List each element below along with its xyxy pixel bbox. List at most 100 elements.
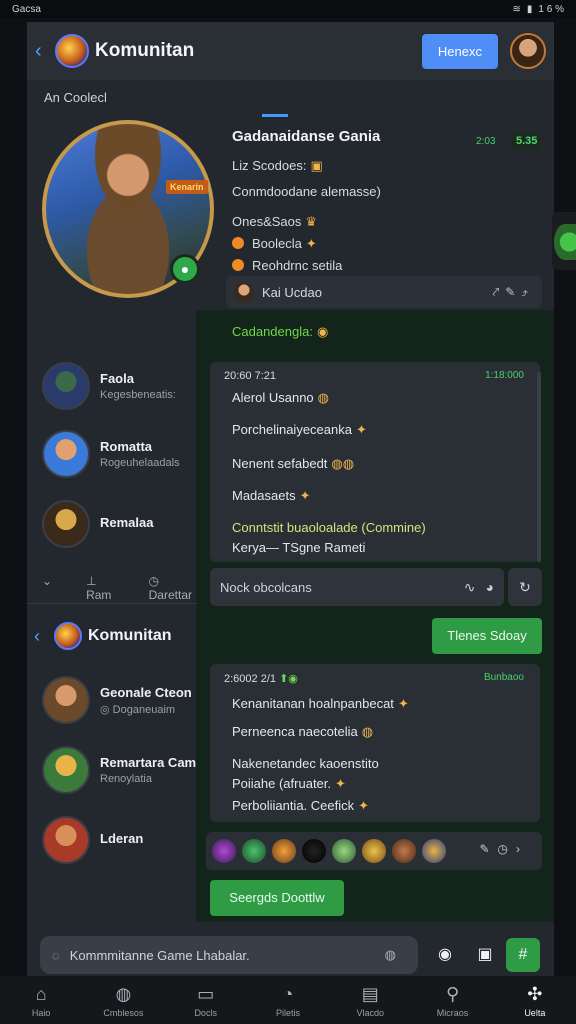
community-logo	[55, 34, 89, 68]
community-logo	[54, 622, 82, 650]
back-chevron-icon[interactable]: ‹	[34, 626, 50, 647]
game-count-badge: 5.35	[512, 132, 542, 150]
map-icon: ▤	[361, 984, 379, 1004]
member-name: Remartara Cam	[100, 755, 197, 770]
member-sub: Kegesbeneatis:	[100, 389, 176, 401]
reaction-actions[interactable]: ✎◷›	[479, 842, 528, 856]
online-badge-icon: ●	[170, 254, 200, 284]
gamepad-icon[interactable]: ◕	[486, 579, 494, 595]
reaction-avatar[interactable]	[392, 839, 416, 863]
bubble-line: Kenanitanan hoalnpanbecat ✦	[232, 696, 409, 711]
section-label: An Coolecl	[44, 90, 107, 105]
info-line-1: Liz Scodoes: ▣	[232, 158, 323, 173]
nav-home[interactable]: ⌂ Haio	[0, 976, 82, 1024]
nav-map[interactable]: ▤ Vlacdo	[329, 976, 411, 1024]
bubble-line: Perboliiantia. Ceefick ✦	[232, 798, 370, 813]
member-name: Geonale Cteon	[100, 684, 192, 700]
shield-icon: ◍	[115, 984, 132, 1004]
nav-explore[interactable]: ◔ Piletis	[247, 976, 329, 1024]
search-icon: ◌	[52, 947, 60, 963]
list-control-ram[interactable]: ⊥ Ram	[86, 574, 115, 602]
camera-icon: ▣	[477, 946, 493, 963]
reaction-avatar[interactable]	[362, 839, 386, 863]
collapse-chevron-icon[interactable]: ⌄	[42, 574, 52, 602]
voice-button[interactable]: ◉	[428, 938, 462, 972]
home-icon: ⌂	[35, 984, 47, 1004]
bubble-line: Alerol Usanno ◍	[232, 390, 329, 405]
bubble-line: Kerya— TSgne Rameti	[232, 540, 366, 555]
bubble-line: Porchelinaiyeceanka ✦	[232, 422, 367, 437]
orange-dot-icon	[232, 259, 244, 271]
composer-input[interactable]: ◌ Kommmitanne Game Lhabalar. ◍	[40, 936, 418, 974]
reaction-avatar[interactable]	[242, 839, 266, 863]
reaction-avatar[interactable]	[212, 839, 236, 863]
member-avatar	[42, 746, 90, 794]
edit-icon: ✎	[505, 284, 522, 299]
host-actions[interactable]: ⤤✎⤴	[492, 285, 534, 300]
reaction-avatar[interactable]	[272, 839, 296, 863]
sub-header: ‹ Komunitan	[34, 622, 172, 650]
info-line-3: Ones&Saos ♛	[232, 214, 318, 229]
emoji-icon[interactable]: ◍	[385, 947, 396, 963]
clock-icon: ◷	[497, 842, 516, 856]
member-item[interactable]: Faola Kegesbeneatis:	[42, 362, 176, 410]
member-sub: Renoylatia	[100, 773, 152, 785]
hashtag-button[interactable]: #	[506, 938, 540, 972]
camera-button[interactable]: ▣	[468, 938, 502, 972]
game-tag: Kenarin	[166, 180, 208, 194]
divider	[27, 603, 197, 604]
more-icon: ›	[516, 842, 528, 856]
info-line-4: Boolecla ✦	[232, 236, 317, 252]
header-action-button[interactable]: Henexc	[421, 33, 498, 69]
member-avatar	[42, 676, 90, 724]
list-control-date[interactable]: ◷ Darettar	[149, 574, 192, 602]
game-name: Gadanaidanse Gania	[232, 128, 381, 145]
refresh-button[interactable]: ↻	[508, 568, 542, 606]
member-name: Faola	[100, 371, 134, 386]
status-battery-text: 1 6 %	[538, 3, 564, 15]
member-item[interactable]: Geonale Cteon ◎ Doganeuaim	[42, 676, 192, 724]
reaction-avatar[interactable]	[302, 839, 326, 863]
nav-badges[interactable]: ◍ Cmblesos	[82, 976, 164, 1024]
nav-puzzle[interactable]: ✣ Uelta	[494, 976, 576, 1024]
green-action-button-2[interactable]: Seergds Doottlw	[210, 880, 344, 916]
bubble-line: Conntstit buaoloalade (Commine)	[232, 520, 426, 535]
puzzle-icon: ✣	[527, 984, 543, 1004]
game-info: Gadanaidanse Gania 2:03 5.35 Liz Scodoes…	[232, 128, 542, 273]
active-tab-indicator	[262, 114, 288, 117]
user-avatar[interactable]	[510, 33, 546, 69]
member-item[interactable]: Remartara Cam Renoylatia	[42, 746, 196, 794]
member-item[interactable]: Romatta Rogeuhelaadals	[42, 430, 180, 478]
top-bar: ‹ Komunitan Henexc	[27, 22, 554, 80]
member-avatar	[42, 430, 90, 478]
reaction-avatar[interactable]	[422, 839, 446, 863]
chat-bubble-2: 2:6002 2/1 ⬆◉ Bunbaoo Kenanitanan hoalnp…	[210, 664, 540, 822]
back-chevron-icon[interactable]: ‹	[35, 40, 51, 63]
orange-dot-icon	[232, 237, 244, 249]
member-item[interactable]: Remalaa	[42, 500, 153, 548]
side-panel-handle[interactable]	[552, 212, 576, 270]
nav-docs[interactable]: ▭ Docls	[165, 976, 247, 1024]
sub-header-title: Komunitan	[88, 627, 172, 644]
chat-scrollbar[interactable]	[537, 372, 541, 562]
member-item[interactable]: Lderan	[42, 816, 143, 864]
member-name: Remalaa	[100, 515, 154, 530]
message-input[interactable]: Nock obcolcans ∿ ◕	[210, 568, 504, 606]
mic-icon: ◉	[438, 946, 452, 963]
green-action-button-1[interactable]: Tlenes Sdoay	[432, 618, 542, 654]
list-controls: ⌄ ⊥ Ram ◷ Darettar	[42, 574, 192, 602]
member-avatar	[42, 362, 90, 410]
host-bar[interactable]: Kai Ucdao ⤤✎⤴	[226, 276, 542, 308]
battery-icon: ▮	[526, 3, 533, 15]
bubble-line: Nenent sefabedt ◍◍	[232, 456, 355, 471]
nav-search[interactable]: ⚲ Micraos	[411, 976, 493, 1024]
wifi-icon: ≋	[512, 3, 521, 15]
reaction-avatar[interactable]	[332, 839, 356, 863]
member-sub: ◎ Doganeuaim	[100, 703, 176, 716]
member-name: Lderan	[100, 831, 144, 846]
refresh-icon: ↻	[519, 579, 531, 595]
bubble-time: 2:6002 2/1 ⬆◉	[224, 673, 298, 685]
member-reactions-bar[interactable]: ✎◷›	[206, 832, 542, 870]
status-bar: Gacsa ≋ ▮ 1 6 %	[0, 0, 576, 18]
wave-icon[interactable]: ∿	[464, 579, 476, 596]
